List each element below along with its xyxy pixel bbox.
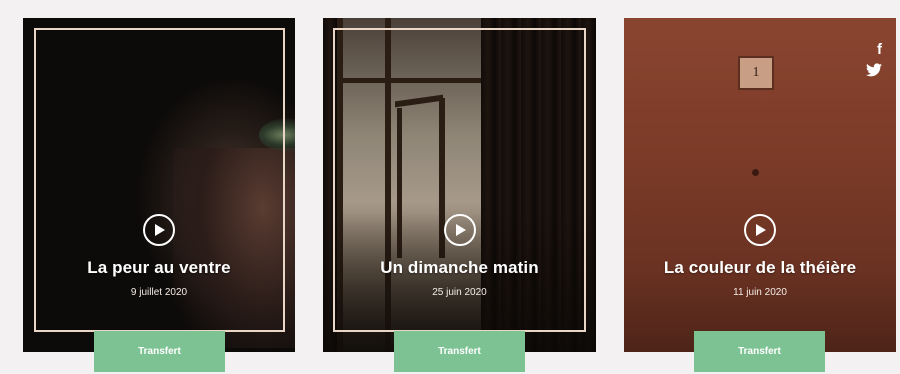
number-plate: 1 — [738, 56, 774, 90]
facebook-icon[interactable]: f — [877, 42, 882, 57]
social-share: f — [866, 42, 882, 77]
play-icon — [756, 224, 766, 236]
play-button[interactable] — [143, 214, 175, 246]
episode-title[interactable]: Un dimanche matin — [380, 258, 539, 278]
episode-image-1 — [23, 18, 295, 352]
episode-image-2 — [323, 18, 596, 352]
episode-card-3[interactable]: 1 f La couleur de la théière 11 juin 202… — [624, 18, 896, 352]
episode-date: 25 juin 2020 — [432, 287, 487, 298]
play-button[interactable] — [443, 214, 476, 246]
episode-title[interactable]: La couleur de la théière — [664, 258, 856, 278]
episode-card-2[interactable]: Un dimanche matin 25 juin 2020 — [323, 18, 596, 352]
episode-date: 9 juillet 2020 — [130, 287, 188, 298]
episode-grid: La peur au ventre 9 juillet 2020 Un dima… — [0, 0, 900, 374]
play-button[interactable] — [744, 214, 776, 246]
transfert-button[interactable]: Transfert — [694, 331, 825, 372]
episode-title[interactable]: La peur au ventre — [87, 258, 230, 278]
transfert-button[interactable]: Transfert — [394, 331, 525, 372]
episode-date: 11 juin 2020 — [733, 287, 787, 298]
episode-image-3: 1 — [624, 18, 896, 352]
play-icon — [155, 224, 165, 236]
twitter-icon[interactable] — [866, 63, 882, 77]
play-icon — [455, 224, 466, 236]
transfert-button[interactable]: Transfert — [94, 331, 225, 372]
episode-card-1[interactable]: La peur au ventre 9 juillet 2020 — [23, 18, 295, 352]
